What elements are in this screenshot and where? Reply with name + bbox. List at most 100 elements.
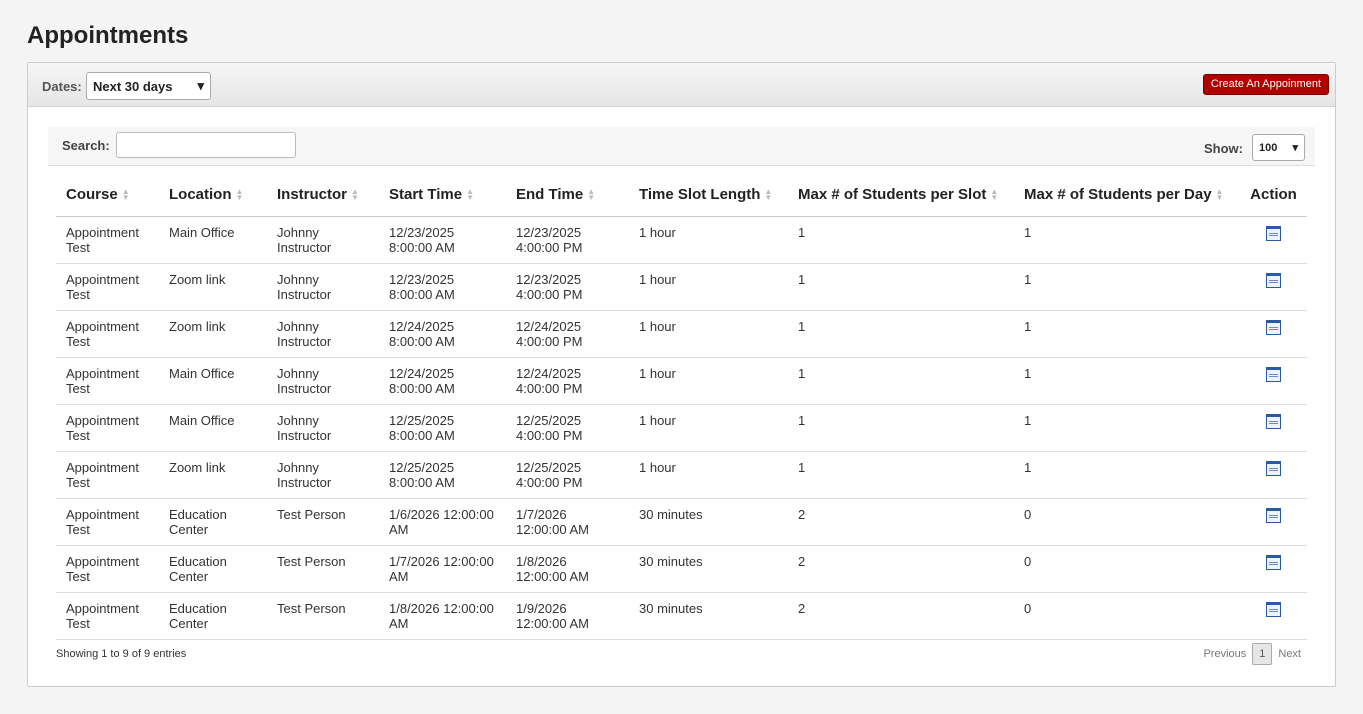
column-header-label: End Time [516,186,584,204]
table-cell: 1 hour [629,451,788,499]
table-cell: 12/25/2025 4:00:00 PM [506,404,629,452]
table-cell: Education Center [159,545,267,593]
table-cell: 12/24/2025 4:00:00 PM [506,357,629,405]
table-cell: 1 [788,263,1014,311]
search-label: Search: [62,138,110,153]
edit-icon[interactable] [1266,413,1281,429]
table-cell: Johnny Instructor [267,404,379,452]
action-cell [1240,357,1307,405]
dates-select-value: Next 30 days [93,78,173,94]
previous-button[interactable]: Previous [1197,648,1252,660]
table-cell: 1 hour [629,216,788,264]
table-cell: Main Office [159,216,267,264]
table-row: Appointment Test Zoom link Johnny Instruct… [56,451,1307,499]
table-cell: 1/7/2026 12:00:00 AM [506,498,629,546]
table-cell: Appointment Test [56,357,159,405]
column-header[interactable]: Location ▲ ▼ [159,174,267,217]
table-cell: 1 [1014,216,1240,264]
table-cell: Appointment Test [56,404,159,452]
table-cell: 1 [788,216,1014,264]
column-header[interactable]: Course ▲ ▼ [56,174,159,217]
table-cell: 1 [1014,451,1240,499]
edit-icon[interactable] [1266,272,1281,288]
table-cell: 30 minutes [629,545,788,593]
table-row: Appointment Test Education Center Test Per… [56,498,1307,546]
edit-icon[interactable] [1266,225,1281,241]
edit-icon[interactable] [1266,507,1281,523]
table-cell: Appointment Test [56,263,159,311]
table-cell: 1/6/2026 12:00:00 AM [379,498,506,546]
table-cell: 12/25/2025 8:00:00 AM [379,451,506,499]
table-cell: Johnny Instructor [267,451,379,499]
table-cell: Appointment Test [56,498,159,546]
sort-icon: ▲ ▼ [990,187,999,203]
edit-icon[interactable] [1266,601,1281,617]
table-cell: 0 [1014,498,1240,546]
dates-label: Dates: [42,79,82,94]
column-header[interactable]: Instructor ▲ ▼ [267,174,379,217]
edit-icon[interactable] [1266,460,1281,476]
action-cell [1240,404,1307,452]
sort-icon: ▲ ▼ [587,187,596,203]
action-cell [1240,216,1307,264]
table-cell: 12/23/2025 4:00:00 PM [506,216,629,264]
table-cell: 2 [788,545,1014,593]
table-cell: 1 [788,404,1014,452]
table-cell: Johnny Instructor [267,357,379,405]
create-appointment-button[interactable]: Create An Appoinment [1202,74,1329,95]
table-row: Appointment Test Education Center Test Per… [56,545,1307,593]
edit-icon[interactable] [1266,319,1281,335]
page-size-value: 100 [1259,141,1278,154]
table-cell: 1 [1014,357,1240,405]
next-button[interactable]: Next [1272,648,1307,660]
action-cell [1240,592,1307,640]
table-cell: 12/24/2025 8:00:00 AM [379,310,506,358]
table-cell: 1/8/2026 12:00:00 AM [379,592,506,640]
table-cell: 30 minutes [629,498,788,546]
table-cell: Appointment Test [56,216,159,264]
table-header-row: Course ▲ ▼ Location ▲ ▼ Instructor ▲ ▼ Start Time… [56,174,1307,217]
column-header[interactable]: Max # of Students per Slot ▲ ▼ [788,174,1014,217]
table-cell: 12/23/2025 4:00:00 PM [506,263,629,311]
table-cell: 1 [1014,310,1240,358]
column-header[interactable]: Max # of Students per Day ▲ ▼ [1014,174,1240,217]
sort-icon: ▲ ▼ [466,187,475,203]
page-1-button[interactable]: 1 [1252,643,1273,665]
column-header-label: Course [66,186,118,204]
edit-icon[interactable] [1266,554,1281,570]
table-cell: 1 hour [629,357,788,405]
page-size-select[interactable]: 100 ▾ [1252,134,1305,161]
edit-icon[interactable] [1266,366,1281,382]
table-row: Appointment Test Zoom link Johnny Instruct… [56,263,1307,311]
table-cell: 12/23/2025 8:00:00 AM [379,216,506,264]
chevron-down-icon: ▾ [197,78,204,93]
pagination: Previous 1 Next [1197,643,1307,665]
table-cell: Appointment Test [56,592,159,640]
table-row: Appointment Test Zoom link Johnny Instruct… [56,310,1307,358]
action-cell [1240,498,1307,546]
sort-icon: ▲ ▼ [1215,187,1224,203]
table-row: Appointment Test Main Office Johnny Instru… [56,216,1307,264]
table-cell: Johnny Instructor [267,263,379,311]
column-header[interactable]: Action [1240,174,1307,217]
table-cell: 0 [1014,592,1240,640]
table-cell: 1/8/2026 12:00:00 AM [506,545,629,593]
table-cell: 12/25/2025 8:00:00 AM [379,404,506,452]
table-cell: 2 [788,592,1014,640]
table-cell: 1 [1014,263,1240,311]
dates-select[interactable]: Next 30 days ▾ [86,72,211,100]
column-header[interactable]: Time Slot Length ▲ ▼ [629,174,788,217]
column-header[interactable]: Start Time ▲ ▼ [379,174,506,217]
table-cell: 12/24/2025 4:00:00 PM [506,310,629,358]
column-header[interactable]: End Time ▲ ▼ [506,174,629,217]
table-cell: Test Person [267,545,379,593]
table-cell: 1 [788,451,1014,499]
table-cell: 0 [1014,545,1240,593]
table-cell: Main Office [159,404,267,452]
table-cell: 1 hour [629,404,788,452]
panel-toolbar: Dates: Next 30 days ▾ Create An Appoinme… [28,63,1335,107]
table-cell: Appointment Test [56,545,159,593]
search-input[interactable] [116,132,296,158]
table-cell: 12/23/2025 8:00:00 AM [379,263,506,311]
table-cell: Zoom link [159,263,267,311]
